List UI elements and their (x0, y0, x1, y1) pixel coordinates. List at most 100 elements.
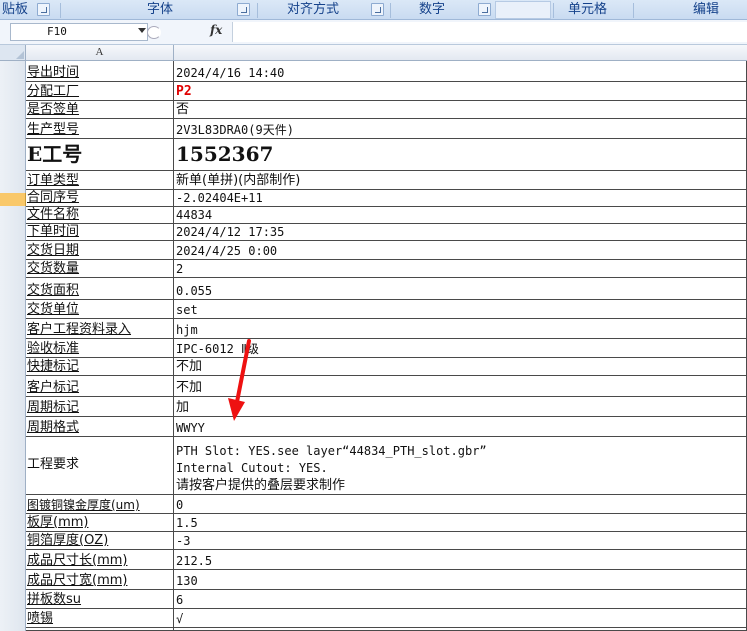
font-dialog-launcher-icon[interactable] (237, 3, 250, 16)
table-row: 拼板数su 6 (26, 590, 747, 609)
clipboard-dialog-launcher-icon[interactable] (37, 3, 50, 16)
cell-label[interactable]: 下单时间 (26, 224, 174, 241)
cell-value[interactable]: 不加 (174, 376, 747, 397)
cell-value[interactable]: 0.055 (174, 278, 747, 300)
cell-value[interactable]: 加 (174, 397, 747, 417)
cell-line: 请按客户提供的叠层要求制作 (176, 478, 346, 493)
cell-label[interactable]: 订单类型 (26, 171, 174, 190)
cell-value[interactable]: 1552367 (174, 139, 747, 171)
cell-line: Internal Cutout: YES. (176, 461, 328, 475)
cell-value[interactable]: 2024/4/12 17:35 (174, 224, 747, 241)
ribbon-separator (390, 3, 391, 18)
cell-label[interactable]: 工程要求 (26, 437, 174, 495)
cell-label[interactable]: 验收标准 (26, 339, 174, 358)
cell-label[interactable]: 交货数量 (26, 260, 174, 278)
cell-value[interactable]: 2 (174, 260, 747, 278)
alignment-dialog-launcher-icon[interactable] (371, 3, 384, 16)
cell-label[interactable]: 图镀铜镍金厚度(um) (26, 495, 174, 514)
ribbon-separator (633, 3, 634, 18)
cell-value[interactable]: 1.5 (174, 514, 747, 532)
column-header-b[interactable] (174, 45, 747, 61)
table-row: 周期格式 WWYY (26, 417, 747, 437)
cell-label[interactable]: 周期标记 (26, 397, 174, 417)
cell-label[interactable]: 板厚(mm) (26, 514, 174, 532)
cell-value[interactable]: 44834 (174, 207, 747, 224)
table-row: 客户工程资料录入 hjm (26, 319, 747, 339)
number-dialog-launcher-icon[interactable] (478, 3, 491, 16)
cell-label[interactable]: 成品尺寸长(mm) (26, 550, 174, 570)
cell-label[interactable]: 交货面积 (26, 278, 174, 300)
cell-value[interactable]: P2 (174, 82, 747, 101)
ribbon-separator (60, 3, 61, 18)
cell-value[interactable]: -3 (174, 532, 747, 550)
cell-label[interactable]: 拼板数su (26, 590, 174, 609)
cell-label[interactable]: 铜箔厚度(OZ) (26, 532, 174, 550)
cell-value[interactable]: -2.02404E+11 (174, 190, 747, 207)
cell-label[interactable]: 生产型号 (26, 119, 174, 139)
cell-value[interactable]: IPC-6012 Ⅱ级 (174, 339, 747, 358)
cell-label[interactable]: 是否签单 (26, 101, 174, 119)
cell-label[interactable]: 合同序号 (26, 190, 174, 207)
select-all-corner[interactable] (0, 45, 26, 61)
ribbon-group-labels: 贴板 字体 对齐方式 数字 单元格 编辑 (0, 0, 747, 20)
cell-value[interactable]: 不加 (174, 358, 747, 376)
cell-line: PTH Slot: YES.see layer“44834_PTH_slot.g… (176, 444, 487, 458)
ribbon-styles-group (495, 1, 551, 19)
table-row: 验收标准 IPC-6012 Ⅱ级 (26, 339, 747, 358)
ribbon-group-alignment: 对齐方式 (287, 2, 340, 17)
cell-value[interactable]: √ (174, 609, 747, 628)
cell-value[interactable]: 2024/4/25 0:00 (174, 241, 747, 260)
cell-label[interactable]: 喷锡 (26, 609, 174, 628)
table-row: E工号 1552367 (26, 139, 747, 171)
name-box[interactable]: F10 (10, 23, 148, 41)
cell-value[interactable]: 212.5 (174, 550, 747, 570)
table-row: 工程要求 PTH Slot: YES.see layer“44834_PTH_s… (26, 437, 747, 495)
cell-label[interactable]: 文件名称 (26, 207, 174, 224)
column-header-a[interactable]: A (26, 45, 174, 61)
cell-label[interactable]: 客户工程资料录入 (26, 319, 174, 339)
cell-value[interactable]: 2024/4/16 14:40 (174, 61, 747, 82)
table-row: 成品尺寸长(mm) 212.5 (26, 550, 747, 570)
table-row: 铜箔厚度(OZ) -3 (26, 532, 747, 550)
table-row: 文件名称 44834 (26, 207, 747, 224)
insert-function-icon[interactable]: fx (210, 23, 222, 37)
cell-label[interactable]: 导出时间 (26, 61, 174, 82)
cell-value[interactable]: 0 (174, 495, 747, 514)
cell-label[interactable]: 交货单位 (26, 300, 174, 319)
cell-value[interactable]: hjm (174, 319, 747, 339)
ribbon-group-font: 字体 (147, 2, 174, 17)
cell-label[interactable]: 分配工厂 (26, 82, 174, 101)
chevron-down-icon[interactable] (138, 28, 146, 33)
cell-value[interactable]: 新单(单拼)(内部制作) (174, 171, 747, 190)
table-row: 图镀铜镍金厚度(um) 0 (26, 495, 747, 514)
table-row: 交货面积 0.055 (26, 278, 747, 300)
cell-label[interactable]: E工号 (26, 139, 174, 171)
cell-value[interactable]: 130 (174, 570, 747, 590)
table-row: 板厚(mm) 1.5 (26, 514, 747, 532)
row-header-strip[interactable] (0, 61, 26, 631)
formula-input[interactable] (232, 22, 747, 42)
cell-label[interactable]: 成品尺寸宽(mm) (26, 570, 174, 590)
cell-label[interactable]: 客户标记 (26, 376, 174, 397)
cell-label[interactable]: 周期格式 (26, 417, 174, 437)
table-row: 是否签单 否 (26, 101, 747, 119)
cell-label[interactable]: 交货日期 (26, 241, 174, 260)
cell-value[interactable]: WWYY (174, 417, 747, 437)
cell-label[interactable]: 快捷标记 (26, 358, 174, 376)
table-row: 交货日期 2024/4/25 0:00 (26, 241, 747, 260)
ribbon-separator (553, 3, 554, 18)
cell-value[interactable]: 6 (174, 590, 747, 609)
ribbon-group-number: 数字 (419, 2, 446, 17)
table-row: 导出时间 2024/4/16 14:40 (26, 61, 747, 82)
table-row: 客户标记 不加 (26, 376, 747, 397)
table-row: 分配工厂 P2 (26, 82, 747, 101)
table-row: 下单时间 2024/4/12 17:35 (26, 224, 747, 241)
ribbon-group-cells: 单元格 (568, 2, 608, 17)
selected-row-header[interactable] (0, 193, 26, 206)
cell-value[interactable]: 否 (174, 101, 747, 119)
cell-value[interactable]: set (174, 300, 747, 319)
ribbon-group-editing: 编辑 (693, 2, 720, 17)
cell-value[interactable]: 2V3L83DRA0(9天件) (174, 119, 747, 139)
cell-value-multiline[interactable]: PTH Slot: YES.see layer“44834_PTH_slot.g… (174, 437, 747, 495)
table-row: 周期标记 加 (26, 397, 747, 417)
